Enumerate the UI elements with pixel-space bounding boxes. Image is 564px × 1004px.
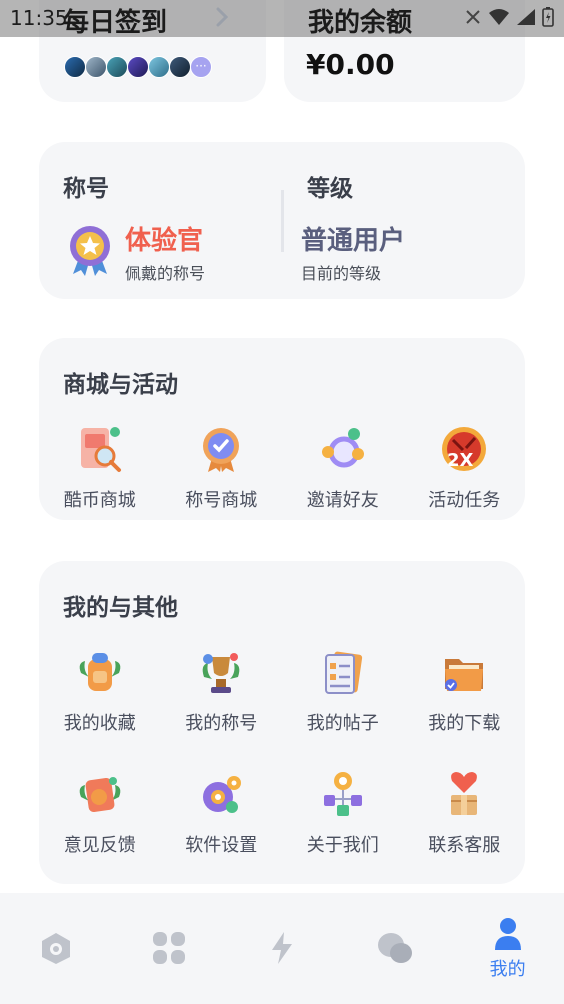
chat-bubbles-icon (377, 933, 412, 963)
wifi-icon (489, 9, 509, 25)
grid-item-label: 意见反馈 (63, 835, 136, 856)
balance-title: 我的余额 (308, 8, 413, 38)
other-section: 我的与其他 我的收藏 我的称号 我的帖子 我的下载 意见反馈 软件设置 关于我们… (39, 561, 525, 884)
nav-profile-label: 我的 (489, 959, 526, 980)
grid-item-my-posts[interactable]: 我的帖子 (282, 645, 404, 735)
grid-item-label: 我的称号 (185, 713, 258, 734)
apps-grid-icon (153, 932, 186, 964)
battery-icon (542, 7, 554, 27)
grid-item-activity-task[interactable]: 2X 活动任务 (404, 422, 526, 512)
grid-item-downloads[interactable]: 我的下载 (404, 645, 526, 735)
level-sub: 目前的等级 (301, 264, 382, 283)
grid-item-badge-shop[interactable]: 称号商城 (161, 422, 283, 512)
divider (281, 190, 284, 252)
balance-amount: ¥0.00 (306, 48, 395, 81)
avatar (127, 56, 149, 78)
section-heading: 我的与其他 (63, 595, 178, 621)
system-icons (464, 7, 554, 27)
level-value[interactable]: 普通用户 (301, 220, 405, 257)
lightning-icon (271, 932, 292, 964)
signal-icon (517, 9, 535, 25)
my-titles-icon (194, 645, 248, 699)
grid-item-label: 关于我们 (306, 835, 379, 856)
activity-task-icon: 2X (437, 422, 491, 476)
title-sub: 佩戴的称号 (125, 264, 206, 283)
avatar (106, 56, 128, 78)
section-heading: 商城与活动 (63, 372, 178, 398)
grid-item-label: 联系客服 (428, 835, 501, 856)
nav-profile[interactable]: 我的 (451, 893, 564, 1004)
grid-item-favorites[interactable]: 我的收藏 (39, 645, 161, 735)
other-grid: 我的收藏 我的称号 我的帖子 我的下载 意见反馈 软件设置 关于我们 联系客服 (39, 645, 525, 857)
grid-item-customer-service[interactable]: 联系客服 (404, 767, 526, 857)
medal-icon[interactable] (65, 224, 115, 276)
avatar (85, 56, 107, 78)
shop-section: 商城与活动 酷币商城 称号商城 邀请好友 2X 活动任务 (39, 338, 525, 520)
invite-friends-icon (316, 422, 370, 476)
badge-shop-icon (194, 422, 248, 476)
nav-lightning[interactable] (226, 893, 339, 1004)
customer-service-icon (437, 767, 491, 821)
about-us-icon (316, 767, 370, 821)
avatar (64, 56, 86, 78)
title-value[interactable]: 体验官 (125, 220, 203, 257)
nav-apps[interactable] (113, 893, 226, 1004)
grid-item-label: 我的下载 (428, 713, 501, 734)
status-time: 11:35 (10, 6, 68, 30)
downloads-icon (437, 645, 491, 699)
shop-grid: 酷币商城 称号商城 邀请好友 2X 活动任务 (39, 422, 525, 512)
avatar (169, 56, 191, 78)
more-avatars-badge[interactable]: ··· (190, 56, 212, 78)
coin-shop-icon (73, 422, 127, 476)
grid-item-my-titles[interactable]: 我的称号 (161, 645, 283, 735)
checkin-title: 每日签到 (63, 8, 168, 38)
level-label: 等级 (307, 176, 353, 202)
profile-card: 称号 等级 体验官 佩戴的称号 普通用户 目前的等级 (39, 142, 525, 299)
svg-text:2X: 2X (447, 450, 474, 471)
favorites-icon (73, 645, 127, 699)
grid-item-coin-shop[interactable]: 酷币商城 (39, 422, 161, 512)
checkin-avatars: ··· (64, 56, 212, 78)
settings-icon (194, 767, 248, 821)
grid-item-label: 酷币商城 (63, 490, 136, 511)
grid-item-invite-friends[interactable]: 邀请好友 (282, 422, 404, 512)
nav-messages[interactable] (338, 893, 451, 1004)
grid-item-settings[interactable]: 软件设置 (161, 767, 283, 857)
bottom-nav: 我的 (0, 893, 564, 1004)
grid-item-label: 软件设置 (185, 835, 258, 856)
grid-item-feedback[interactable]: 意见反馈 (39, 767, 161, 857)
close-icon (466, 10, 480, 24)
avatar (148, 56, 170, 78)
title-label: 称号 (63, 176, 109, 202)
my-posts-icon (316, 645, 370, 699)
grid-item-label: 活动任务 (428, 490, 501, 511)
nav-home[interactable] (0, 893, 113, 1004)
chevron-right-icon[interactable] (215, 6, 229, 28)
grid-item-label: 称号商城 (185, 490, 258, 511)
user-icon (494, 918, 521, 950)
feedback-icon (73, 767, 127, 821)
grid-item-label: 邀请好友 (306, 490, 379, 511)
home-pin-icon (42, 933, 71, 964)
grid-item-about-us[interactable]: 关于我们 (282, 767, 404, 857)
grid-item-label: 我的收藏 (63, 713, 136, 734)
grid-item-label: 我的帖子 (306, 713, 379, 734)
